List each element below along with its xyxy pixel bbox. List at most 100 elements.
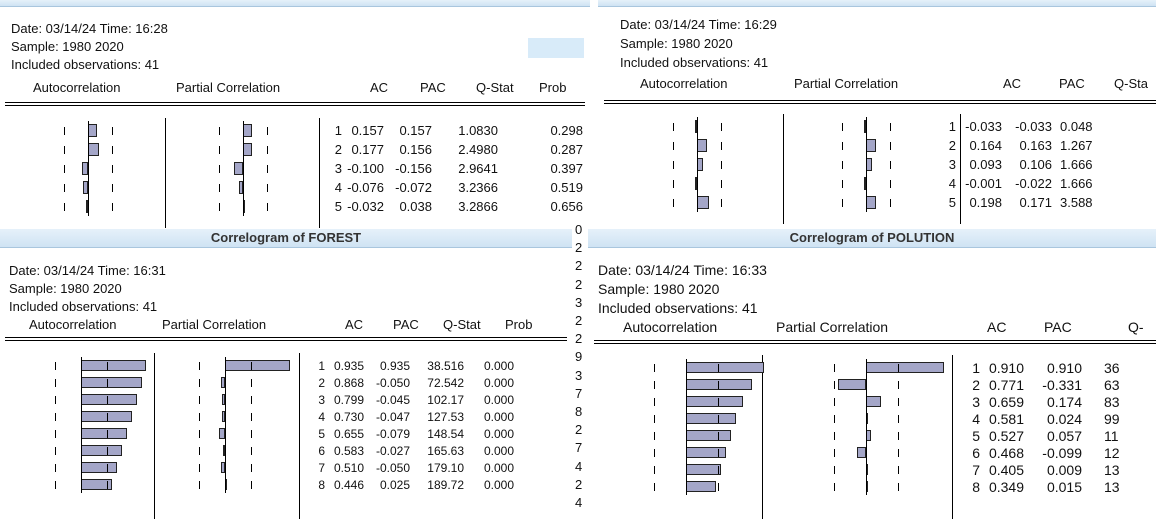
cell-lag: 6 (318, 444, 325, 458)
zero-axis (225, 442, 226, 459)
confidence-band-right (718, 381, 719, 389)
ac-bar (88, 124, 97, 137)
cell-q: 63 (1104, 377, 1120, 393)
cell-pac: -0.045 (375, 393, 410, 407)
zero-axis (866, 174, 867, 193)
cell-q: 36 (1104, 360, 1120, 376)
correlogram-row: 5 0.198 0.171 3.588 (598, 193, 1156, 212)
confidence-band-right (718, 483, 719, 491)
confidence-band-left (654, 364, 655, 372)
zero-axis (88, 140, 89, 159)
correlogram-window-2[interactable]: Date: 03/14/24 Time: 16:29 Sample: 1980 … (598, 0, 1156, 228)
date-line: Date: 03/14/24 Time: 16:33 (598, 262, 767, 278)
zero-axis (866, 478, 867, 495)
cell-lag: 6 (972, 445, 980, 461)
confidence-band-left (842, 180, 843, 188)
cell-ac: 0.527 (988, 428, 1024, 444)
ac-bar (697, 196, 709, 209)
cell-ac: 0.157 (351, 123, 384, 138)
cell-prob: 0.000 (483, 427, 514, 441)
confidence-band-left (673, 199, 674, 207)
confidence-band-left (842, 199, 843, 207)
col-ac: AC (345, 317, 364, 332)
window-title-bar[interactable]: Correlogram of FOREST (0, 229, 572, 248)
pac-bar (243, 124, 252, 137)
cell-q: 148.54 (427, 427, 464, 441)
zero-axis (81, 391, 82, 408)
sample-line: Sample: 1980 2020 (9, 281, 122, 296)
cell-q: 1.666 (1060, 157, 1093, 172)
cell-lag: 4 (972, 411, 980, 427)
confidence-band-right (251, 379, 252, 387)
confidence-band-right (107, 396, 108, 404)
cell-lag: 3 (972, 394, 980, 410)
zero-axis (243, 178, 244, 197)
zero-axis (686, 427, 687, 444)
correlogram-row: 8 0.446 0.025 189.72 0.000 (0, 476, 572, 493)
confidence-band-right (251, 447, 252, 455)
correlogram-row: 3 0.659 0.174 83 (588, 393, 1156, 410)
ac-bar (686, 481, 716, 492)
cell-pac: 0.106 (1019, 157, 1052, 172)
cell-q: 99 (1104, 411, 1120, 427)
cell-lag: 1 (972, 360, 980, 376)
cell-q: 72.542 (427, 376, 464, 390)
ac-bar (686, 464, 721, 475)
cell-lag: 1 (318, 359, 325, 373)
cell-pac: 0.024 (1046, 411, 1082, 427)
confidence-band-right (107, 362, 108, 370)
ac-bar (81, 360, 146, 371)
zero-axis (88, 197, 89, 216)
cell-ac: 0.349 (988, 479, 1024, 495)
col-autocorrelation: Autocorrelation (623, 319, 718, 335)
pac-bar (234, 162, 243, 175)
correlogram-row: 6 0.468 -0.099 12 (588, 444, 1156, 461)
confidence-band-right (112, 184, 113, 192)
cell-prob: 0.656 (550, 199, 583, 214)
zero-axis (866, 376, 867, 393)
col-partial-correlation: Partial Correlation (776, 319, 889, 335)
cell-lag: 7 (318, 461, 325, 475)
confidence-band-left (673, 123, 674, 131)
confidence-band-right (890, 123, 891, 131)
window-title-bar[interactable]: Correlogram of POLUTION (588, 229, 1156, 248)
cell-prob: 0.519 (550, 180, 583, 195)
confidence-band-right (107, 481, 108, 489)
cell-q: 3.2366 (458, 180, 498, 195)
correlogram-window-1[interactable]: Date: 03/14/24 Time: 16:28 Sample: 1980 … (0, 0, 590, 228)
cell-ac: 0.510 (333, 461, 364, 475)
cell-pac: 0.009 (1046, 462, 1082, 478)
correlogram-window-polution[interactable]: Correlogram of POLUTION Date: 03/14/24 T… (588, 229, 1156, 519)
confidence-band-right (890, 142, 891, 150)
confidence-band-right (251, 362, 252, 370)
header-rule-top (604, 100, 1156, 101)
cell-ac: 0.730 (333, 410, 364, 424)
zero-axis (686, 444, 687, 461)
confidence-band-left (654, 483, 655, 491)
window-title-bar[interactable] (0, 0, 590, 7)
date-line: Date: 03/14/24 Time: 16:28 (11, 21, 168, 36)
cell-ac: 0.405 (988, 462, 1024, 478)
confidence-band-right (112, 127, 113, 135)
correlogram-window-forest[interactable]: Correlogram of FOREST Date: 03/14/24 Tim… (0, 229, 572, 519)
confidence-band-right (890, 161, 891, 169)
confidence-band-right (251, 481, 252, 489)
zero-axis (225, 374, 226, 391)
cell-prob: 0.000 (483, 393, 514, 407)
zero-axis (225, 408, 226, 425)
correlogram-row: 2 0.868 -0.050 72.542 0.000 (0, 374, 572, 391)
strip-digit: 0 (575, 222, 583, 237)
confidence-band-right (112, 165, 113, 173)
confidence-band-left (199, 481, 200, 489)
cell-lag: 3 (948, 157, 956, 172)
zero-axis (686, 461, 687, 478)
confidence-band-right (718, 415, 719, 423)
cell-q: 1.666 (1060, 176, 1093, 191)
cell-ac: 0.177 (351, 142, 384, 157)
zero-axis (866, 393, 867, 410)
window-title-bar[interactable] (598, 0, 1156, 7)
cell-prob: 0.000 (483, 444, 514, 458)
zero-axis (686, 393, 687, 410)
zero-axis (697, 155, 698, 174)
confidence-band-left (55, 481, 56, 489)
